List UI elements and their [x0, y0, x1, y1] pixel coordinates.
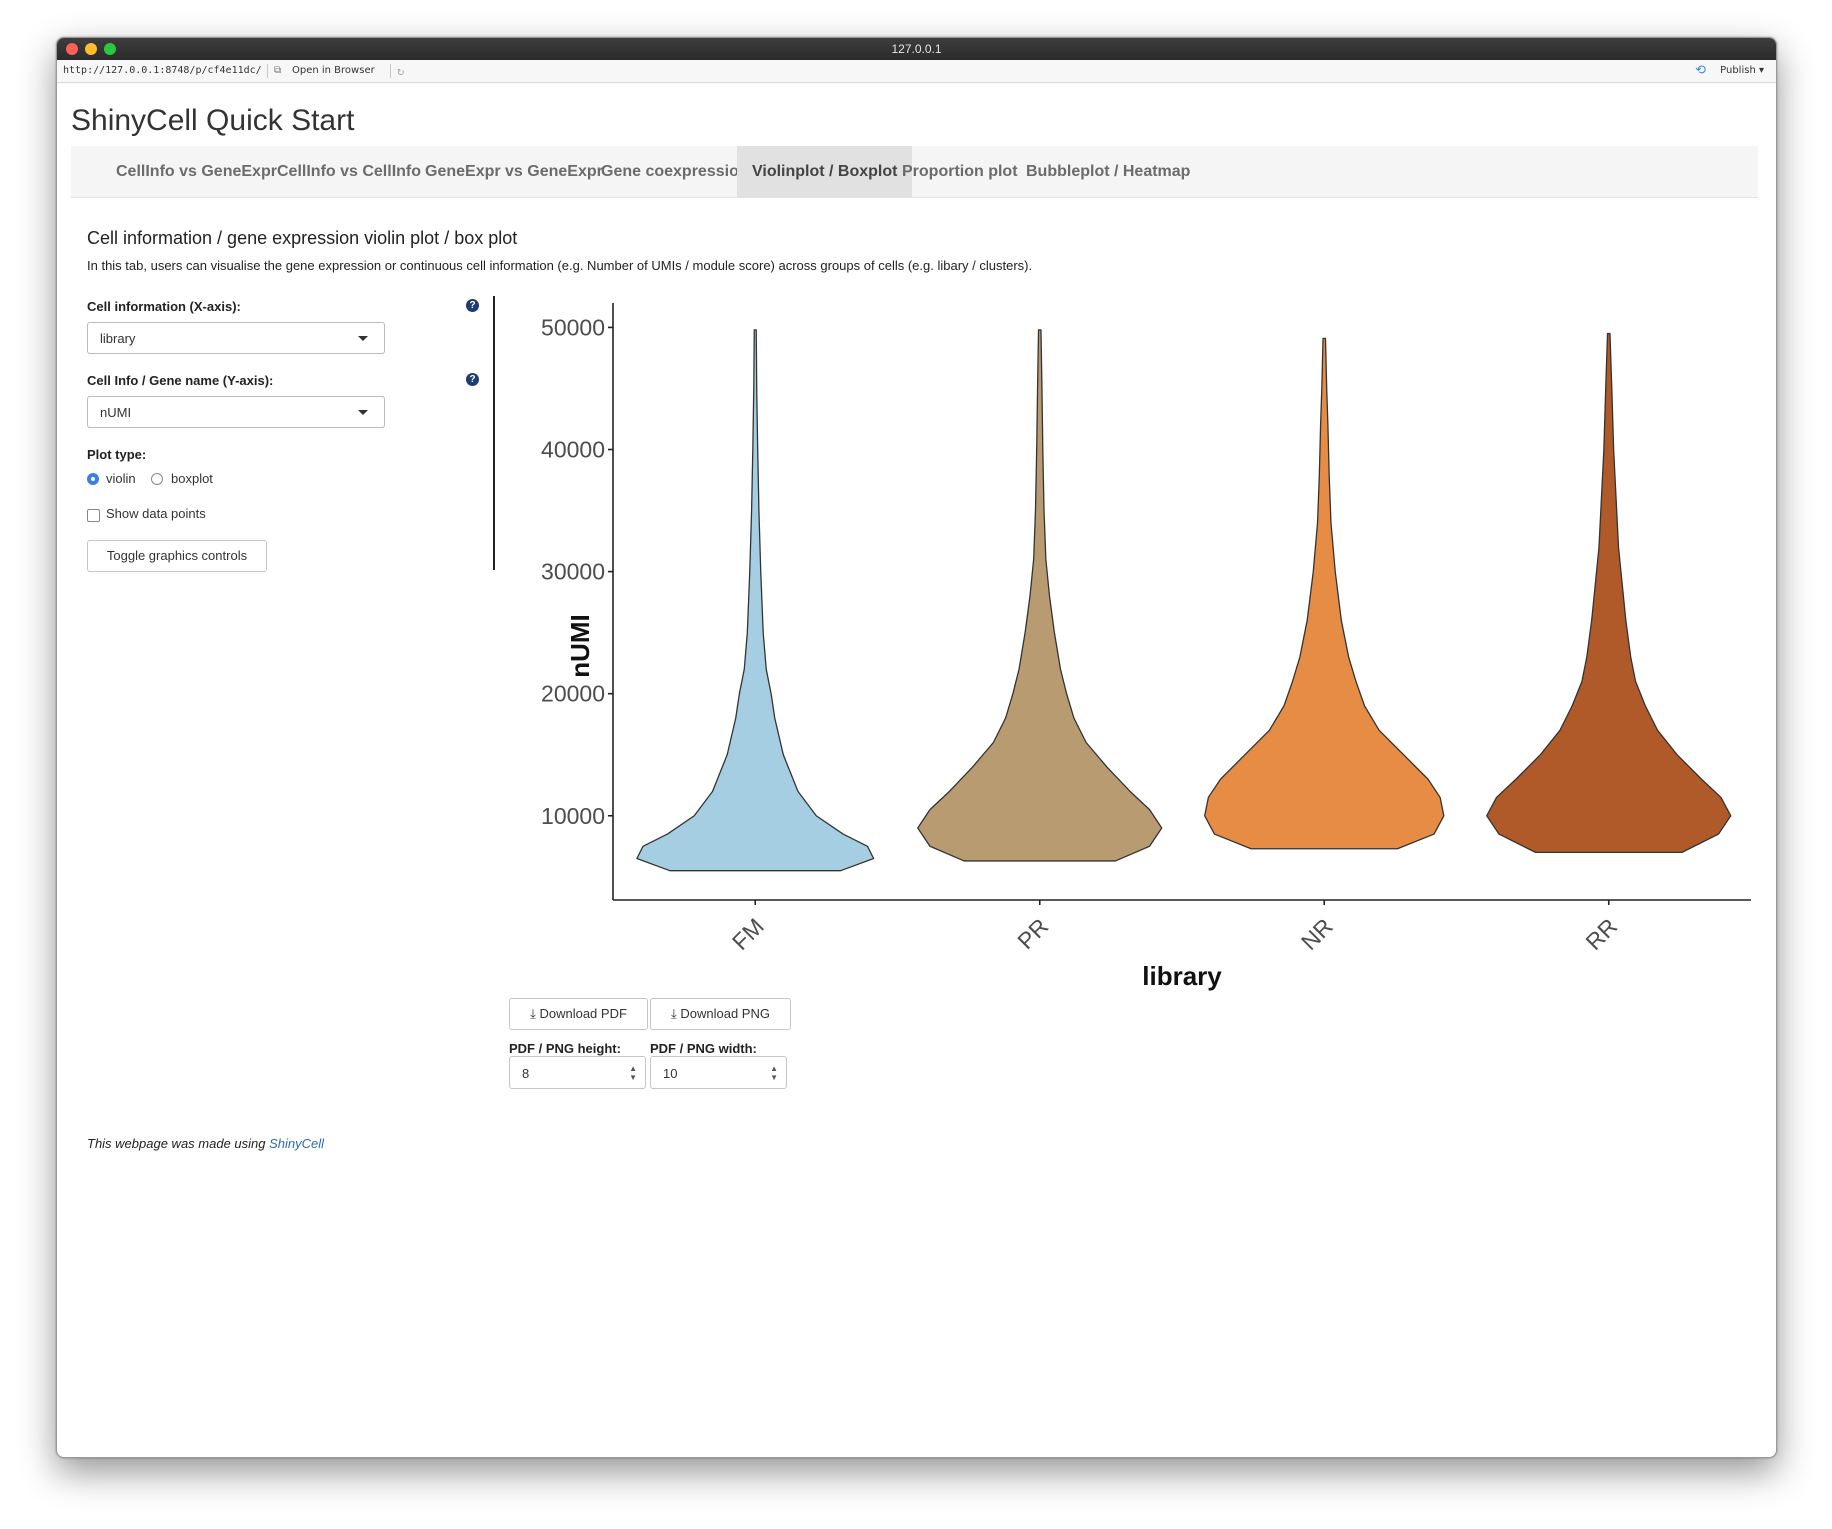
- minimize-window-icon[interactable]: [85, 43, 97, 55]
- footer-prefix: This webpage was made using: [87, 1136, 270, 1151]
- maximize-window-icon[interactable]: [104, 43, 116, 55]
- violin-plot: 10000 20000 30000 40000 50000 FM PR NR RR libra…: [541, 303, 1751, 991]
- x-tick-label: NR: [1296, 913, 1338, 955]
- download-pdf-button[interactable]: ⤓ Download PDF: [509, 998, 648, 1030]
- y-axis-select[interactable]: nUMI: [87, 396, 385, 428]
- stepper-icon[interactable]: ▲ ▼: [629, 1064, 637, 1082]
- chevron-down-icon: [358, 410, 368, 415]
- x-axis-select[interactable]: library: [87, 322, 385, 354]
- publish-icon[interactable]: ⟲: [1695, 63, 1706, 78]
- y-tick-label: 10000: [541, 803, 605, 829]
- page-title: ShinyCell Quick Start: [71, 104, 355, 137]
- violin-rr: [1486, 332, 1732, 854]
- violin-nr: [1204, 337, 1445, 850]
- section-description: In this tab, users can visualise the gen…: [87, 258, 1033, 273]
- download-png-button[interactable]: ⤓ Download PNG: [650, 998, 791, 1030]
- toolbar-divider: [390, 64, 391, 78]
- png-width-value: 10: [663, 1066, 678, 1081]
- footer-text: This webpage was made using ShinyCell: [87, 1136, 324, 1151]
- tab-bubbleplot-heatmap[interactable]: Bubbleplot / Heatmap: [1011, 146, 1205, 197]
- violin-option-label: violin: [106, 471, 136, 486]
- download-icon: ⤓: [671, 1006, 677, 1021]
- section-title: Cell information / gene expression violi…: [87, 228, 518, 248]
- url-text[interactable]: http://127.0.0.1:8748/p/cf4e11dc/: [63, 65, 262, 76]
- x-axis-title: library: [1142, 961, 1222, 991]
- boxplot-radio[interactable]: [151, 473, 163, 485]
- show-data-points-label: Show data points: [106, 506, 206, 521]
- png-height-input[interactable]: 8 ▲ ▼: [509, 1056, 646, 1089]
- x-axis-select-value: library: [100, 331, 136, 346]
- toggle-graphics-controls-button[interactable]: Toggle graphics controls: [87, 540, 267, 572]
- png-height-value: 8: [522, 1066, 530, 1081]
- y-axis-select-value: nUMI: [100, 405, 132, 420]
- browser-window: 127.0.0.1 http://127.0.0.1:8748/p/cf4e11…: [56, 37, 1777, 1458]
- refresh-icon[interactable]: ↻: [397, 64, 404, 78]
- x-tick-label: FM: [727, 913, 769, 955]
- png-width-input[interactable]: 10 ▲ ▼: [650, 1056, 787, 1089]
- close-window-icon[interactable]: [66, 43, 78, 55]
- x-axis-label: Cell information (X-axis):: [87, 299, 241, 314]
- boxplot-option-label: boxplot: [171, 471, 213, 486]
- shinycell-link[interactable]: ShinyCell: [269, 1136, 324, 1151]
- y-tick-label: 40000: [541, 437, 605, 463]
- y-axis-label: Cell Info / Gene name (Y-axis):: [87, 373, 274, 388]
- violin-radio[interactable]: [87, 473, 99, 485]
- png-width-label: PDF / PNG width:: [650, 1041, 757, 1056]
- open-in-browser-button[interactable]: Open in Browser: [292, 65, 375, 76]
- download-icon: ⤓: [530, 1006, 536, 1021]
- chevron-down-icon: [358, 336, 368, 341]
- violin-fm: [636, 329, 875, 872]
- y-axis-help-icon[interactable]: ?: [466, 373, 479, 386]
- stepper-icon[interactable]: ▲ ▼: [770, 1064, 778, 1082]
- publish-button[interactable]: Publish ▾: [1720, 65, 1764, 76]
- download-pdf-label: Download PDF: [539, 1006, 627, 1021]
- publish-label: Publish: [1720, 65, 1756, 76]
- y-tick-label: 20000: [541, 681, 605, 707]
- png-height-label: PDF / PNG height:: [509, 1041, 621, 1056]
- toolbar-divider: [267, 64, 268, 78]
- open-external-icon[interactable]: ⧉: [274, 65, 281, 76]
- x-tick-label: RR: [1580, 913, 1622, 955]
- x-axis-help-icon[interactable]: ?: [466, 299, 479, 312]
- x-tick-label: PR: [1012, 913, 1053, 954]
- window-titlebar: 127.0.0.1: [57, 38, 1776, 60]
- violin-pr: [917, 329, 1163, 862]
- plot-type-label: Plot type:: [87, 447, 147, 462]
- viewer-toolbar: http://127.0.0.1:8748/p/cf4e11dc/ ⧉ Open…: [57, 60, 1776, 83]
- y-axis-title: nUMI: [565, 614, 595, 678]
- show-data-points-checkbox[interactable]: [87, 509, 100, 522]
- tab-bar: CellInfo vs GeneExpr CellInfo vs CellInf…: [71, 146, 1758, 198]
- window-title: 127.0.0.1: [891, 42, 942, 56]
- y-tick-label: 30000: [541, 559, 605, 585]
- y-tick-label: 50000: [541, 314, 605, 340]
- download-png-label: Download PNG: [680, 1006, 770, 1021]
